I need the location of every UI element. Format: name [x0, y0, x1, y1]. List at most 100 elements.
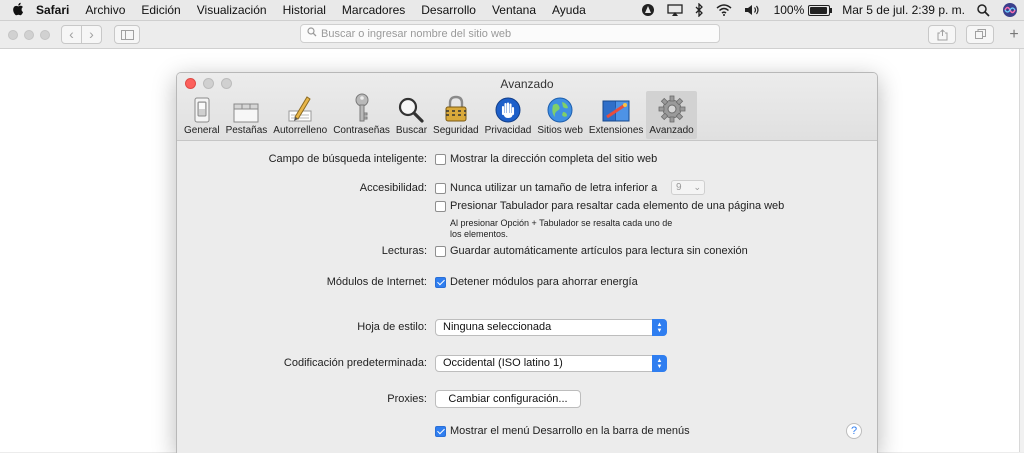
window-minimize-button[interactable] — [24, 30, 34, 40]
forward-button[interactable]: › — [81, 25, 102, 44]
tab-label: General — [184, 125, 220, 136]
tab-highlight-text: Presionar Tabulador para resaltar cada e… — [450, 200, 785, 212]
menu-ayuda[interactable]: Ayuda — [544, 3, 594, 17]
tab-highlight-checkbox[interactable] — [435, 201, 446, 212]
menu-app-safari[interactable]: Safari — [36, 3, 77, 17]
tab-label: Autorrelleno — [273, 125, 328, 136]
menu-marcadores[interactable]: Marcadores — [334, 3, 413, 17]
min-font-size-checkbox[interactable] — [435, 183, 446, 194]
menu-edicion[interactable]: Edición — [133, 3, 188, 17]
popup-arrows-icon: ▲ ▼ — [652, 355, 667, 372]
encoding-value: Occidental (ISO latino 1) — [443, 357, 563, 369]
tab-autorrelleno[interactable]: Autorrelleno — [270, 91, 330, 139]
menu-archivo[interactable]: Archivo — [77, 3, 133, 17]
sidebar-toggle-button[interactable] — [114, 25, 140, 44]
block-icon[interactable] — [635, 3, 661, 17]
menu-ventana[interactable]: Ventana — [484, 3, 544, 17]
min-font-size-text: Nunca utilizar un tamaño de letra inferi… — [450, 182, 658, 194]
puzzle-icon — [601, 91, 631, 123]
tab-sitios-web[interactable]: Sitios web — [534, 91, 586, 139]
spotlight-search-icon[interactable] — [971, 3, 996, 17]
stop-plugins-checkbox[interactable] — [435, 277, 446, 288]
address-bar-placeholder: Buscar o ingresar nombre del sitio web — [321, 27, 512, 40]
tabs-overview-icon — [974, 29, 986, 39]
autofill-pencil-icon — [287, 91, 313, 123]
menu-desarrollo[interactable]: Desarrollo — [413, 3, 484, 17]
browser-toolbar: ‹ › Buscar o ingresar nombre del sitio w… — [0, 21, 1024, 49]
tab-pestanas[interactable]: Pestañas — [223, 91, 271, 139]
show-full-address-checkbox[interactable] — [435, 154, 446, 165]
tabs-icon — [233, 91, 259, 123]
tab-contrasenas[interactable]: Contraseñas — [330, 91, 393, 139]
volume-icon[interactable] — [738, 4, 768, 16]
proxies-label: Proxies: — [387, 393, 427, 405]
globe-icon — [547, 91, 573, 123]
wifi-icon[interactable] — [710, 4, 738, 16]
tab-seguridad[interactable]: Seguridad — [430, 91, 482, 139]
show-full-address-text: Mostrar la dirección completa del sitio … — [450, 153, 658, 165]
apple-menu-icon[interactable] — [0, 2, 36, 19]
reading-list-label: Lecturas: — [381, 245, 427, 257]
tab-label: Buscar — [395, 125, 428, 136]
tab-label: Sitios web — [537, 125, 583, 136]
preferences-window-title: Avanzado — [500, 77, 554, 91]
window-zoom-button[interactable] — [40, 30, 50, 40]
tab-avanzado[interactable]: Avanzado — [646, 91, 697, 139]
battery-percent: 100% — [773, 3, 805, 17]
tab-label: Pestañas — [225, 125, 268, 136]
stylesheet-popup[interactable]: Ninguna seleccionada ▲ ▼ — [435, 319, 667, 336]
encoding-label: Codificación predeterminada: — [283, 357, 427, 369]
help-button[interactable]: ? — [846, 423, 862, 439]
min-font-size-value: 9 — [676, 182, 682, 193]
chevron-down-icon: ⌄ — [693, 182, 701, 192]
tab-label: Contraseñas — [333, 125, 390, 136]
tab-label: Avanzado — [649, 125, 694, 136]
show-develop-menu-text: Mostrar el menú Desarrollo en la barra d… — [450, 425, 690, 437]
airplay-icon[interactable] — [661, 3, 689, 17]
tab-extensiones[interactable]: Extensiones — [586, 91, 646, 139]
tab-label: Extensiones — [588, 125, 644, 136]
new-tab-plus-icon[interactable]: + — [1004, 24, 1024, 45]
tab-general[interactable]: General — [181, 91, 223, 139]
search-icon — [307, 27, 317, 40]
bluetooth-icon[interactable] — [689, 3, 710, 17]
menu-visualizacion[interactable]: Visualización — [189, 3, 275, 17]
tab-highlight-note-line2: los elementos. — [450, 229, 509, 239]
tab-highlight-note-line1: Al presionar Opción + Tabulador se resal… — [450, 218, 673, 228]
preferences-window: Avanzado General Pestañas Autorrelleno C… — [176, 72, 878, 453]
back-button[interactable]: ‹ — [61, 25, 82, 44]
share-icon — [937, 29, 947, 41]
plugins-label: Módulos de Internet: — [326, 276, 427, 288]
accessibility-label: Accesibilidad: — [359, 182, 427, 194]
popup-arrows-icon: ▲ ▼ — [652, 319, 667, 336]
tab-buscar[interactable]: Buscar — [393, 91, 430, 139]
tab-label: Privacidad — [484, 125, 532, 136]
battery-icon — [808, 4, 833, 16]
share-button[interactable] — [928, 25, 956, 44]
window-close-button[interactable] — [8, 30, 18, 40]
status-area: 100% Mar 5 de jul. 2:39 p. m. — [635, 0, 1024, 20]
battery-indicator[interactable]: 100% — [768, 3, 837, 17]
change-settings-button[interactable]: Cambiar configuración... — [435, 390, 581, 408]
general-switch-icon — [194, 91, 210, 123]
padlock-icon — [444, 91, 468, 123]
sidebar-icon — [120, 30, 134, 40]
gear-icon — [658, 91, 686, 123]
save-offline-text: Guardar automáticamente artículos para l… — [450, 245, 748, 257]
clock[interactable]: Mar 5 de jul. 2:39 p. m. — [836, 3, 971, 17]
preferences-tabs: General Pestañas Autorrelleno Contraseña… — [181, 91, 697, 139]
show-develop-menu-checkbox[interactable] — [435, 426, 446, 437]
key-icon — [352, 91, 372, 123]
min-font-size-select: 9 ⌄ — [671, 180, 705, 195]
save-offline-checkbox[interactable] — [435, 246, 446, 257]
stop-plugins-text: Detener módulos para ahorrar energía — [450, 276, 638, 288]
show-tabs-button[interactable] — [966, 25, 994, 44]
tab-privacidad[interactable]: Privacidad — [482, 91, 535, 139]
hand-icon — [495, 91, 521, 123]
menu-historial[interactable]: Historial — [275, 3, 334, 17]
address-bar[interactable]: Buscar o ingresar nombre del sitio web — [300, 24, 720, 43]
siri-icon[interactable] — [996, 2, 1024, 18]
magnifier-icon — [398, 91, 425, 123]
encoding-popup[interactable]: Occidental (ISO latino 1) ▲ ▼ — [435, 355, 667, 372]
chevron-right-icon: › — [89, 26, 94, 42]
